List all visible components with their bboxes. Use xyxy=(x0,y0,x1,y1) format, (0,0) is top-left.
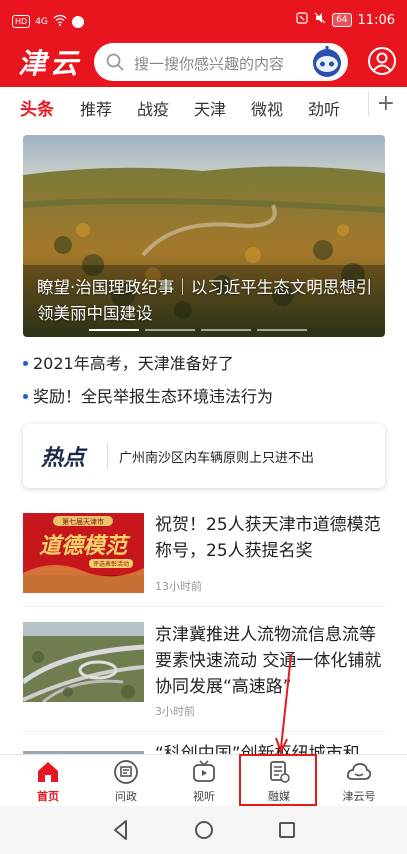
tab-audio[interactable]: 劲听 xyxy=(308,96,340,120)
news-title[interactable]: 祝贺！25人获天津市道德模范称号，25人获提名奖 xyxy=(155,512,385,564)
divider xyxy=(107,442,108,470)
tab-headlines[interactable]: 头条 xyxy=(20,95,54,120)
news-thumbnail[interactable] xyxy=(23,745,144,754)
nav-video[interactable]: 视听 xyxy=(164,759,244,804)
nav-label: 首页 xyxy=(37,790,59,803)
clock: 11:06 xyxy=(357,12,395,28)
ask-icon xyxy=(114,760,138,784)
mute-icon xyxy=(314,12,326,28)
news-time: 3小时前 xyxy=(155,705,195,718)
robot-assistant-icon[interactable] xyxy=(310,45,344,79)
status-bar: HD 4G 64 11:06 xyxy=(0,0,407,40)
carousel-dot xyxy=(145,329,195,331)
hero-caption: 瞭望·治国理政纪事｜以习近平生态文明思想引领美丽中国建设 xyxy=(37,278,373,323)
carousel-dot xyxy=(201,329,251,331)
divider xyxy=(23,606,385,607)
home-button-icon[interactable] xyxy=(192,818,216,842)
carousel-dot xyxy=(89,329,139,331)
tv-icon xyxy=(193,760,215,782)
hot-logo: 热点 xyxy=(41,445,86,471)
nav-label: 视听 xyxy=(193,790,215,803)
back-icon[interactable] xyxy=(109,818,133,842)
news-title[interactable]: “科创中国”创新枢纽城市和 xyxy=(155,741,385,754)
bullet-dot xyxy=(23,360,28,366)
user-profile-icon[interactable] xyxy=(367,46,397,76)
divider xyxy=(23,731,385,732)
battery-indicator: 64 xyxy=(332,13,352,27)
nfc-icon xyxy=(296,12,308,28)
headline-link[interactable]: 2021年高考，天津准备好了 xyxy=(23,350,234,374)
app-notification-icon xyxy=(71,15,84,28)
nav-ask[interactable]: 问政 xyxy=(86,759,166,804)
nav-label: 问政 xyxy=(115,790,137,803)
poster-subtitle-text: 评选表彰活动 xyxy=(93,560,129,568)
hero-carousel[interactable]: 瞭望·治国理政纪事｜以习近平生态文明思想引领美丽中国建设 xyxy=(23,135,385,337)
news-thumbnail[interactable] xyxy=(23,622,144,702)
carousel-indicators xyxy=(89,329,307,331)
search-icon xyxy=(106,53,124,71)
headline-text: 奖励！全民举报生态环境违法行为 xyxy=(33,387,274,406)
headline-text: 2021年高考，天津准备好了 xyxy=(33,354,234,373)
nav-label: 津云号 xyxy=(342,790,376,803)
wifi-icon xyxy=(53,14,67,29)
recents-icon[interactable] xyxy=(275,818,299,842)
highlight-box xyxy=(239,754,317,806)
search-bar[interactable]: 搜一搜你感兴趣的内容 xyxy=(94,43,348,81)
carousel-dot xyxy=(257,329,307,331)
bullet-dot xyxy=(23,393,28,399)
nav-jinyun-account[interactable]: 津云号 xyxy=(319,759,399,804)
add-channel-button[interactable]: + xyxy=(367,91,395,116)
hot-topic-text: 广州南沙区内车辆原则上只进不出 xyxy=(119,451,315,466)
moral-model-poster-image: 第七届天津市 道德模范 评选表彰活动 xyxy=(23,513,144,593)
tab-recommended[interactable]: 推荐 xyxy=(80,96,112,120)
highway-interchange-image xyxy=(23,622,144,702)
news-thumbnail[interactable]: 第七届天津市 道德模范 评选表彰活动 xyxy=(23,513,144,593)
tab-epidemic[interactable]: 战疫 xyxy=(137,96,169,120)
poster-banner-text: 第七届天津市 xyxy=(62,517,104,526)
news-time: 13小时前 xyxy=(155,580,202,593)
search-placeholder: 搜一搜你感兴趣的内容 xyxy=(134,55,285,73)
category-tabs: 头条 推荐 战疫 天津 微视 劲听 + xyxy=(0,87,407,127)
network-label: 4G xyxy=(35,16,48,27)
poster-title-text: 道德模范 xyxy=(39,533,131,559)
app-logo: 津云 xyxy=(18,47,83,80)
home-icon xyxy=(38,762,58,782)
app-header: 津云 搜一搜你感兴趣的内容 xyxy=(0,40,407,87)
bottom-navigation: 首页 问政 视听 融媒 津云号 xyxy=(0,754,407,806)
cloud-icon xyxy=(346,763,372,780)
news-title[interactable]: 京津冀推进人流物流信息流等要素快速流动 交通一体化铺就协同发展“高速路” xyxy=(155,622,385,700)
hot-topic-card[interactable]: 热点 广州南沙区内车辆原则上只进不出 xyxy=(23,424,385,488)
nav-home[interactable]: 首页 xyxy=(8,759,88,804)
tab-tianjin[interactable]: 天津 xyxy=(194,96,226,120)
headline-link[interactable]: 奖励！全民举报生态环境违法行为 xyxy=(23,383,273,407)
tab-micro-video[interactable]: 微视 xyxy=(251,96,283,120)
system-navigation-bar xyxy=(0,806,407,854)
hd-badge: HD xyxy=(12,15,31,28)
